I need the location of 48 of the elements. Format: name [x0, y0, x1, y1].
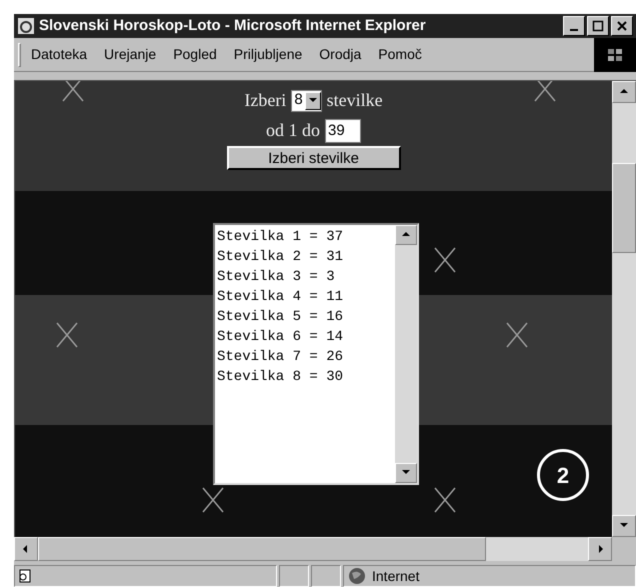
- result-line: Stevilka 8 = 30: [217, 368, 344, 387]
- result-line: Stevilka 2 = 31: [217, 248, 344, 267]
- number-badge: 2: [537, 449, 589, 501]
- scrollbar-thumb[interactable]: [38, 537, 486, 561]
- minimize-icon: [570, 29, 578, 31]
- close-button[interactable]: [611, 16, 633, 36]
- minimize-button[interactable]: [563, 16, 585, 36]
- submit-button[interactable]: Izberi stevilke: [226, 146, 400, 170]
- menu-item[interactable]: Priljubljene: [234, 44, 302, 65]
- sparkle-icon: [201, 486, 225, 514]
- count-select[interactable]: 8: [291, 90, 322, 112]
- sparkle-icon: [433, 486, 457, 514]
- status-pane: [311, 565, 341, 587]
- result-line: Stevilka 4 = 11: [217, 288, 344, 307]
- menu-item[interactable]: Datoteka: [31, 44, 88, 65]
- menu-item[interactable]: Urejanje: [104, 44, 156, 65]
- browser-logo-icon: [17, 17, 35, 35]
- label-text: Izberi: [244, 89, 286, 112]
- result-line: Stevilka 1 = 37: [217, 228, 344, 247]
- sparkle-icon: [61, 81, 85, 103]
- label-text: stevilke: [326, 89, 383, 112]
- menu-item[interactable]: Pogled: [173, 44, 217, 65]
- sparkle-icon: [533, 81, 557, 103]
- close-icon: [616, 20, 628, 32]
- page-scrollbar[interactable]: [612, 81, 636, 537]
- windows-logo-icon: [607, 48, 623, 62]
- result-line: Stevilka 5 = 16: [217, 308, 344, 327]
- window-title: Slovenski Horoskop-Loto - Microsoft Internet Explorer: [39, 16, 427, 36]
- page-icon: [17, 568, 33, 584]
- maximize-button[interactable]: [587, 16, 609, 36]
- scrollbar-thumb[interactable]: [612, 163, 636, 253]
- sparkle-icon: [433, 246, 457, 274]
- menu-item[interactable]: Pomoč: [378, 44, 422, 65]
- menu-item[interactable]: Orodja: [319, 44, 362, 65]
- results-textarea[interactable]: Stevilka 1 = 37 Stevilka 2 = 31 Stevilka 3 = 3 Stevilka 4 = 11 Stevilka 5 = 16 Stevilka 6 = 14 Stevilka 7 = 26 Stevilka 8 = 30: [213, 223, 419, 485]
- max-number-field[interactable]: 39: [325, 118, 361, 142]
- zone-text: Internet: [372, 566, 420, 586]
- globe-icon: [348, 567, 366, 585]
- vertical-scrollbar[interactable]: [395, 225, 417, 483]
- result-line: Stevilka 7 = 26: [217, 348, 344, 367]
- result-line: Stevilka 6 = 14: [217, 328, 344, 347]
- status-pane: [279, 565, 309, 587]
- maximize-icon: [592, 20, 604, 32]
- sparkle-icon: [55, 321, 79, 349]
- label-text: od 1 do: [266, 119, 320, 142]
- sparkle-icon: [505, 321, 529, 349]
- result-line: Stevilka 3 = 3: [217, 268, 336, 287]
- horizontal-scrollbar[interactable]: [14, 537, 612, 561]
